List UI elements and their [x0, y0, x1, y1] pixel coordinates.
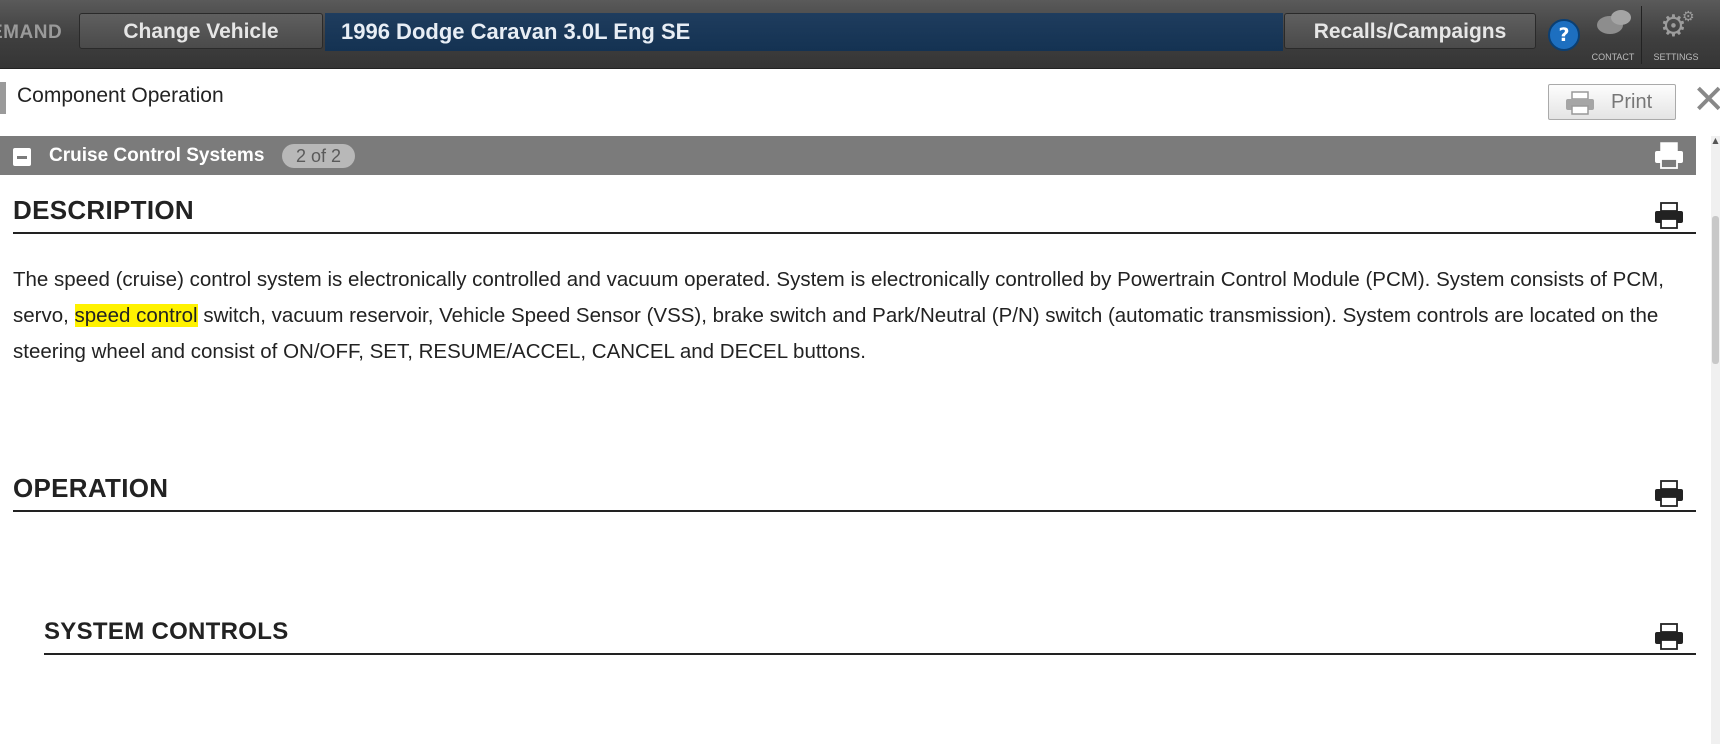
section-header: Cruise Control Systems 2 of 2 [0, 136, 1696, 175]
contact-button[interactable]: CONTACT [1583, 8, 1643, 62]
chat-bubble-icon-secondary [1611, 10, 1631, 25]
vehicle-title: 1996 Dodge Caravan 3.0L Eng SE [325, 13, 1283, 51]
collapse-minus-icon[interactable] [13, 148, 31, 166]
description-rule [13, 232, 1696, 234]
settings-label: SETTINGS [1653, 52, 1699, 62]
description-paragraph: The speed (cruise) control system is ele… [13, 262, 1689, 370]
print-button[interactable]: Print [1548, 84, 1676, 120]
settings-button[interactable]: ⚙ ⚙ SETTINGS [1646, 8, 1706, 62]
brand-logo: EMAND [0, 22, 63, 43]
collapse-panel-tab[interactable] [0, 82, 6, 114]
change-vehicle-button[interactable]: Change Vehicle [79, 13, 323, 49]
description-printer-icon[interactable] [1654, 202, 1684, 230]
system-controls-heading: SYSTEM CONTROLS [44, 618, 289, 645]
operation-printer-icon[interactable] [1654, 480, 1684, 508]
description-text-end: switch, vacuum reservoir, Vehicle Speed … [13, 304, 1659, 363]
operation-heading: OPERATION [13, 473, 169, 503]
operation-rule [13, 510, 1696, 512]
printer-icon [1566, 91, 1594, 115]
print-label: Print [1611, 91, 1653, 113]
close-icon[interactable]: ✕ [1692, 80, 1720, 120]
contact-label: CONTACT [1591, 52, 1635, 62]
system-controls-rule [44, 653, 1696, 655]
system-controls-printer-icon[interactable] [1654, 623, 1684, 651]
toolbar-divider [1641, 6, 1642, 64]
section-title: Cruise Control Systems [49, 145, 265, 166]
recalls-campaigns-button[interactable]: Recalls/Campaigns [1284, 13, 1536, 49]
section-printer-icon[interactable] [1654, 142, 1684, 170]
small-gear-icon: ⚙ [1682, 8, 1695, 24]
page-title: Component Operation [17, 84, 224, 107]
description-heading: DESCRIPTION [13, 195, 194, 225]
result-count-badge: 2 of 2 [282, 144, 356, 168]
search-highlight: speed control [74, 304, 198, 327]
scrollbar-thumb[interactable] [1712, 216, 1719, 364]
help-icon[interactable]: ? [1548, 19, 1580, 51]
top-navigation-bar: EMAND Change Vehicle 1996 Dodge Caravan … [0, 0, 1720, 69]
scroll-up-arrow-icon[interactable]: ▲ [1711, 136, 1720, 146]
